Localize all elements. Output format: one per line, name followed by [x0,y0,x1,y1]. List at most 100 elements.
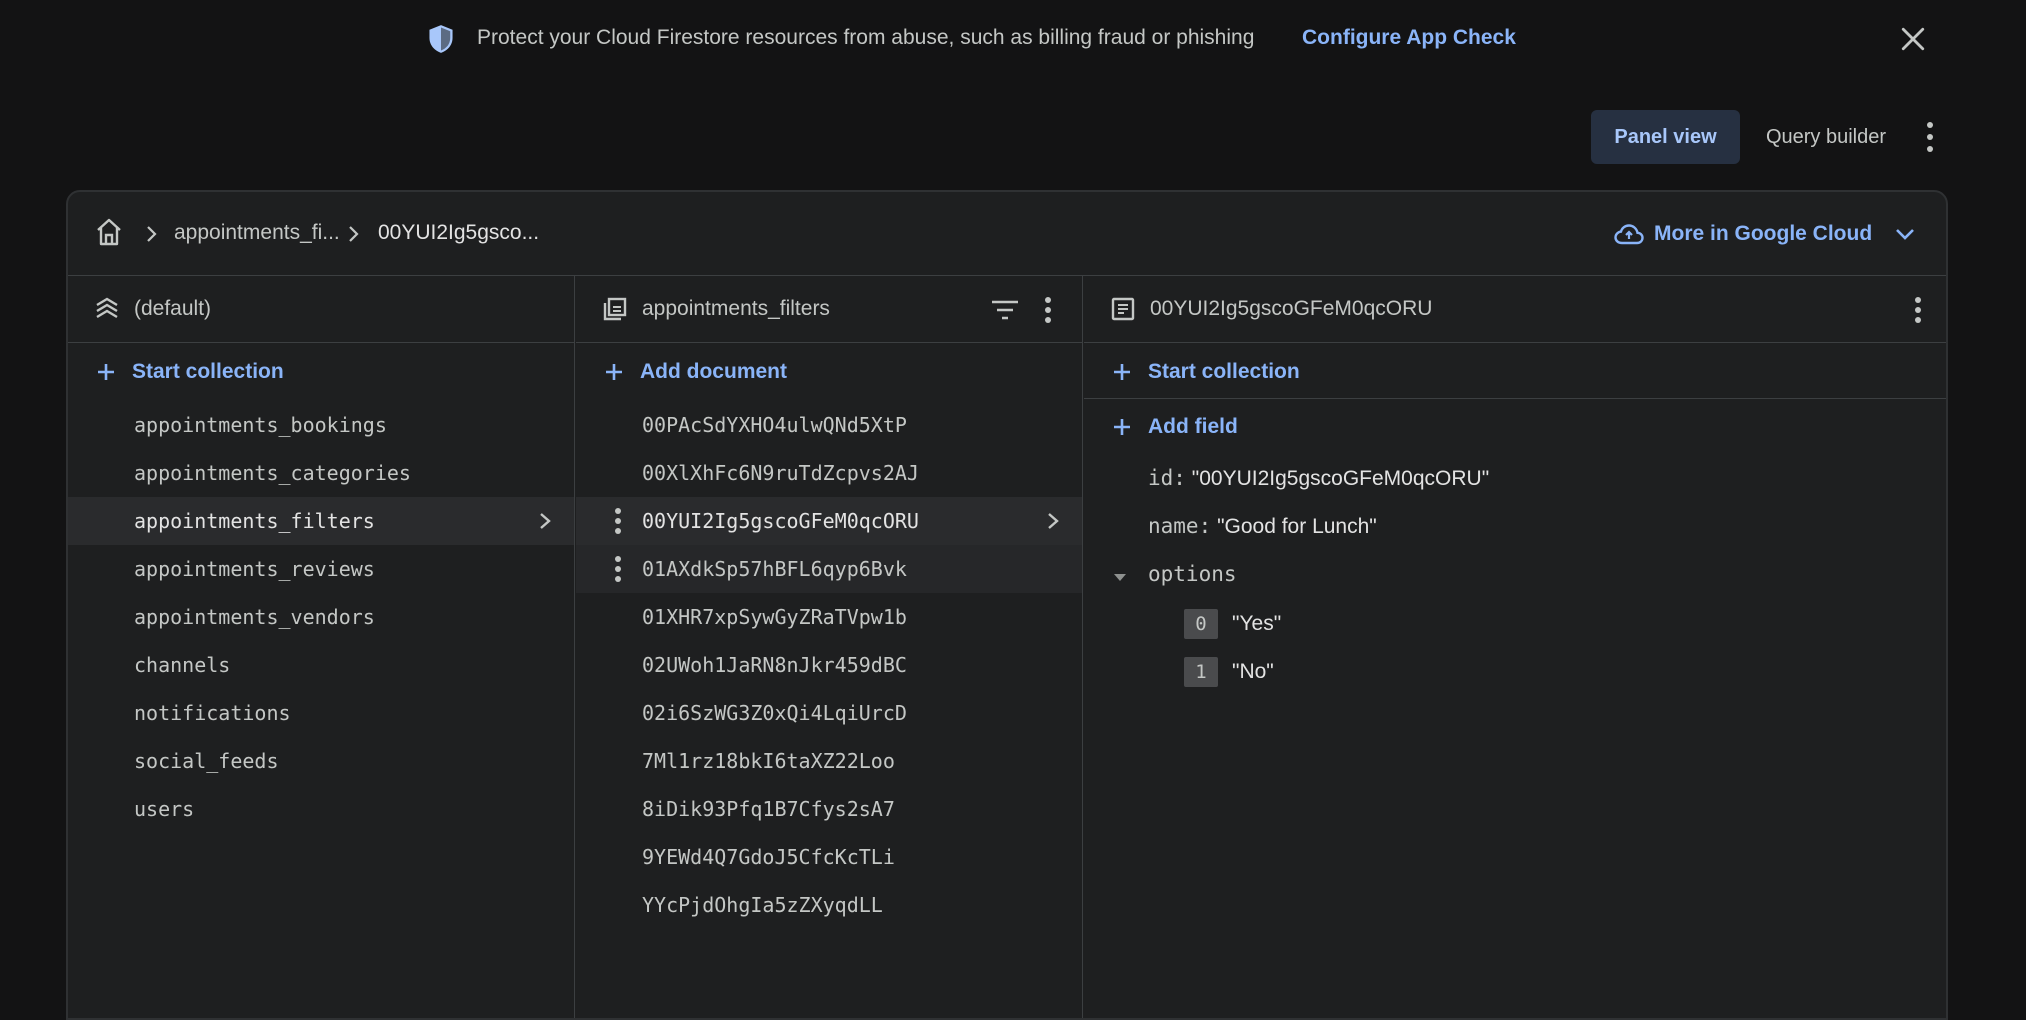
add-field-label: Add field [1148,415,1238,438]
collection-name: channels [134,653,231,677]
more-in-google-cloud-label: More in Google Cloud [1654,222,1873,245]
field-key: options [1148,562,1237,586]
collection-name: appointments_reviews [134,557,375,581]
collection-name: appointments_categories [134,461,411,485]
arrow-drop-down-icon[interactable] [1112,571,1128,583]
shield-icon [429,25,453,53]
more-vert-icon[interactable] [612,507,624,535]
close-icon[interactable] [1900,26,1926,52]
collection-name: appointments_vendors [134,605,375,629]
document-item[interactable]: 7Ml1rz18bkI6taXZ22Loo [576,737,1082,785]
array-index: 1 [1184,657,1218,687]
document-panel: 00YUI2Ig5gscoGFeM0qcORU Start collection… [1084,276,1946,1018]
chevron-right-icon [349,226,359,242]
start-subcollection-button[interactable]: Start collection [1084,344,1946,399]
document-id: 9YEWd4Q7GdoJ5CfcKcTLi [642,845,895,869]
array-index: 0 [1184,609,1218,639]
more-vert-icon[interactable] [1912,296,1924,324]
field-row-options[interactable]: options [1148,562,1237,587]
array-item[interactable]: 0 "Yes" [1184,609,1281,639]
array-value: "No" [1232,660,1274,683]
plus-icon [98,364,114,380]
collection-name: users [134,797,195,821]
panel-view-button[interactable]: Panel view [1591,110,1740,164]
collection-item[interactable]: appointments_vendors [68,593,574,641]
document-id: 01XHR7xpSywGyZRaTVpw1b [642,605,907,629]
array-item[interactable]: 1 "No" [1184,657,1274,687]
field-row-id[interactable]: id: "00YUI2Ig5gscoGFeM0qcORU" [1148,466,1489,491]
document-item[interactable]: 00PAcSdYXHO4ulwQNd5XtP [576,401,1082,449]
document-icon [1111,297,1135,321]
collection-item[interactable]: appointments_reviews [68,545,574,593]
breadcrumb-item-document[interactable]: 00YUI2Ig5gsco... [378,221,539,245]
chevron-down-icon [1896,229,1915,240]
document-item[interactable]: 02UWoh1JaRN8nJkr459dBC [576,641,1082,689]
document-item[interactable]: 01XHR7xpSywGyZRaTVpw1b [576,593,1082,641]
add-field-button[interactable]: Add field [1084,399,1946,454]
document-item-hover[interactable]: 01AXdkSp57hBFL6qyp6Bvk [576,545,1082,593]
add-document-label: Add document [640,360,787,383]
add-document-button[interactable]: Add document [576,344,1082,399]
collection-item[interactable]: appointments_bookings [68,401,574,449]
document-list: 00PAcSdYXHO4ulwQNd5XtP 00XlXhFc6N9ruTdZc… [576,401,1082,929]
collection-item[interactable]: users [68,785,574,833]
document-id: 01AXdkSp57hBFL6qyp6Bvk [642,557,907,581]
document-item[interactable]: 02i6SzWG3Z0xQi4LqiUrcD [576,689,1082,737]
root-panel: (default) Start collection appointments_… [68,276,575,1018]
more-in-google-cloud-button[interactable]: More in Google Cloud [1614,220,1926,248]
collection-item[interactable]: notifications [68,689,574,737]
collection-list: appointments_bookings appointments_categ… [68,401,574,833]
document-id: 8iDik93Pfq1B7Cfys2sA7 [642,797,895,821]
chevron-right-icon [147,226,157,242]
breadcrumb-item-collection[interactable]: appointments_fi... [174,221,340,245]
field-row-name[interactable]: name: "Good for Lunch" [1148,514,1377,539]
configure-app-check-link[interactable]: Configure App Check [1302,26,1516,50]
collection-name: appointments_bookings [134,413,387,437]
collection-name: notifications [134,701,291,725]
start-collection-button[interactable]: Start collection [68,344,574,399]
collection-item[interactable]: social_feeds [68,737,574,785]
firestore-data-panel: appointments_fi... 00YUI2Ig5gsco... More… [66,190,1948,1020]
collection-icon [603,297,627,321]
array-value: "Yes" [1232,612,1282,635]
document-item[interactable]: 00XlXhFc6N9ruTdZcpvs2AJ [576,449,1082,497]
plus-icon [606,364,622,380]
document-panel-header: 00YUI2Ig5gscoGFeM0qcORU [1084,276,1946,343]
collection-panel-header: appointments_filters [576,276,1082,343]
field-key: name: [1148,514,1212,538]
collection-panel: appointments_filters Add document 00PAcS… [576,276,1083,1018]
filter-list-icon[interactable] [990,298,1020,322]
document-id: 7Ml1rz18bkI6taXZ22Loo [642,749,895,773]
field-key: id: [1148,466,1186,490]
collection-name: social_feeds [134,749,279,773]
database-title: (default) [134,297,212,320]
collection-item[interactable]: appointments_categories [68,449,574,497]
document-item[interactable]: YYcPjdOhgIa5zZXyqdLL [576,881,1082,929]
more-vert-icon[interactable] [1042,296,1054,324]
collection-item-active[interactable]: appointments_filters [68,497,574,545]
collection-item[interactable]: channels [68,641,574,689]
document-item-active[interactable]: 00YUI2Ig5gscoGFeM0qcORU [576,497,1082,545]
home-icon[interactable] [94,216,124,248]
collection-title: appointments_filters [642,297,830,320]
collection-name: appointments_filters [134,509,375,533]
start-collection-label: Start collection [1148,360,1300,383]
query-builder-button[interactable]: Query builder [1748,110,1904,164]
breadcrumb: appointments_fi... 00YUI2Ig5gsco... More… [68,192,1946,276]
more-vert-icon[interactable] [612,555,624,583]
document-id: YYcPjdOhgIa5zZXyqdLL [642,893,883,917]
app-check-banner: Protect your Cloud Firestore resources f… [0,0,2026,78]
field-value: "Good for Lunch" [1217,515,1377,538]
document-title: 00YUI2Ig5gscoGFeM0qcORU [1150,297,1433,320]
root-panel-header: (default) [68,276,574,343]
document-id: 02UWoh1JaRN8nJkr459dBC [642,653,907,677]
document-item[interactable]: 9YEWd4Q7GdoJ5CfcKcTLi [576,833,1082,881]
database-layers-icon [96,297,118,319]
document-item[interactable]: 8iDik93Pfq1B7Cfys2sA7 [576,785,1082,833]
cloud-icon [1614,224,1644,245]
more-vert-icon[interactable] [1916,120,1944,154]
document-id: 02i6SzWG3Z0xQi4LqiUrcD [642,701,907,725]
document-id: 00PAcSdYXHO4ulwQNd5XtP [642,413,907,437]
plus-icon [1114,419,1130,435]
start-collection-label: Start collection [132,360,284,383]
